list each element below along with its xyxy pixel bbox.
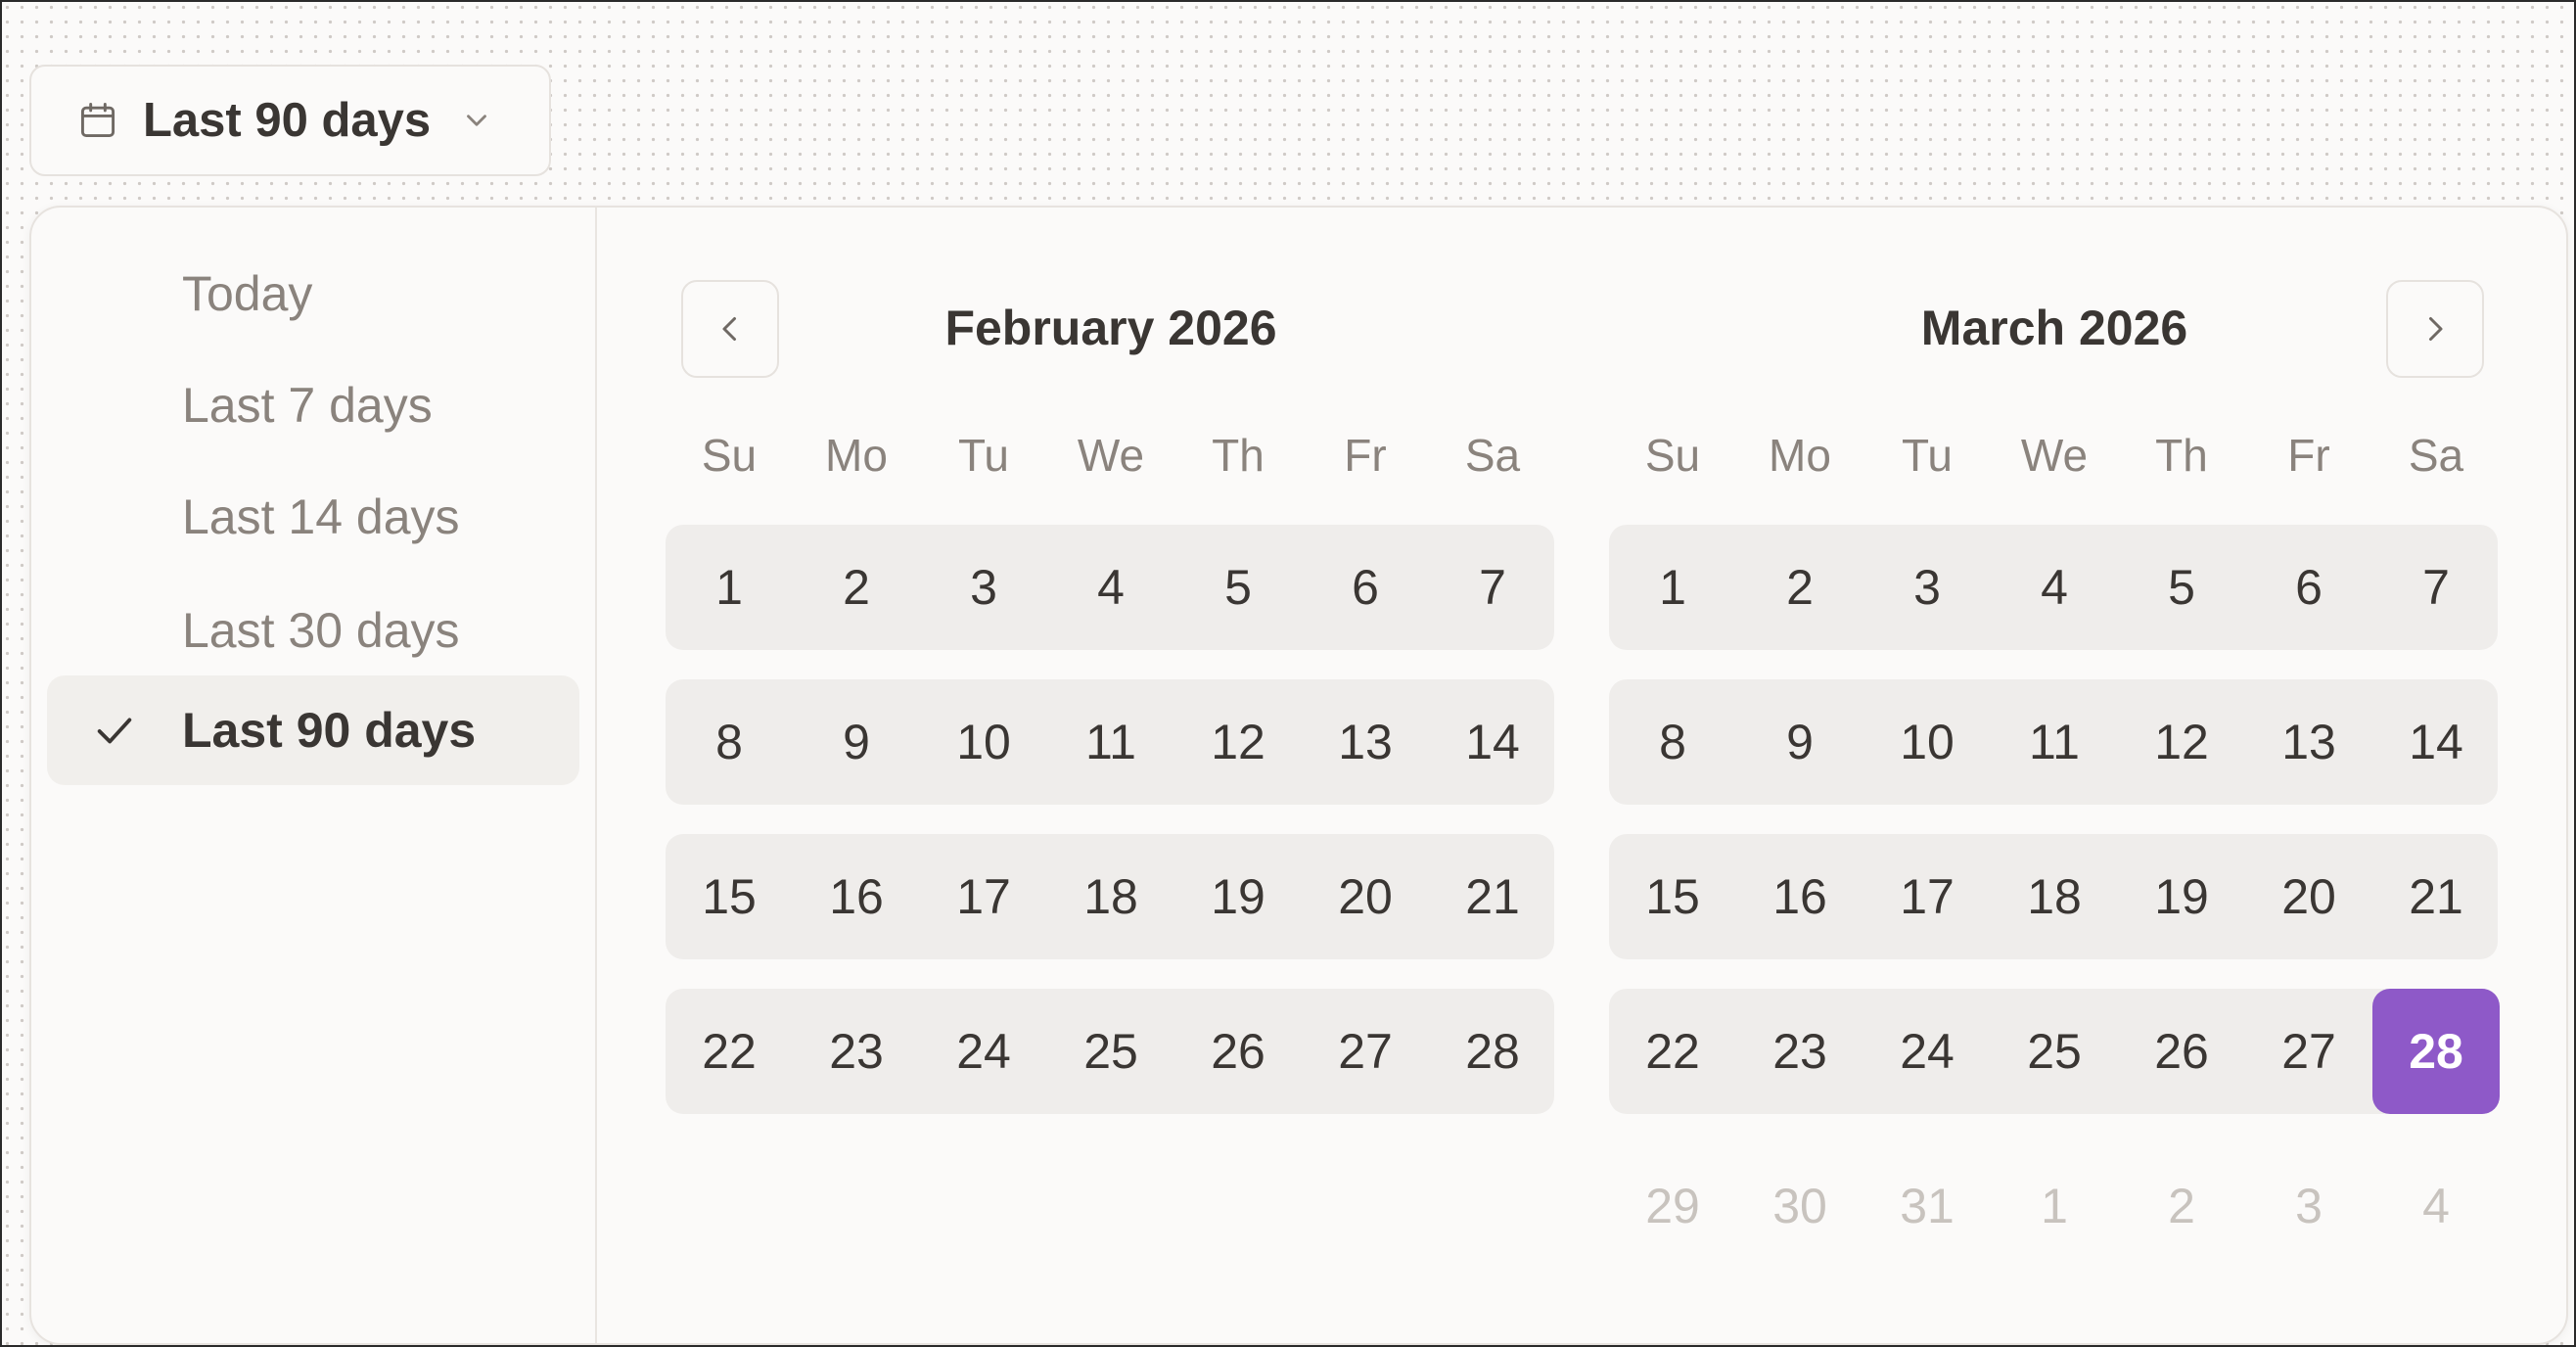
day-cell[interactable]: 20 — [2245, 834, 2372, 959]
day-cell[interactable]: 1 — [1609, 525, 1736, 650]
day-cell[interactable]: 7 — [2372, 525, 2500, 650]
weekday-label: Fr — [1344, 430, 1387, 481]
day-cell[interactable]: 11 — [1047, 679, 1174, 805]
day-cell-outside-month[interactable]: 30 — [1736, 1143, 1863, 1269]
preset-last-14-days[interactable]: Last 14 days — [47, 462, 579, 572]
day-cell[interactable]: 26 — [1174, 989, 1302, 1114]
day-cell[interactable]: 12 — [2118, 679, 2245, 805]
day-cell[interactable]: 4 — [1047, 525, 1174, 650]
day-cell[interactable]: 10 — [1863, 679, 1991, 805]
weekday-label: Su — [1644, 430, 1701, 481]
day-cell[interactable]: 5 — [2118, 525, 2245, 650]
day-cell[interactable]: 13 — [1302, 679, 1429, 805]
day-cell-selected[interactable]: 28 — [2372, 989, 2500, 1114]
day-cell[interactable]: 26 — [2118, 989, 2245, 1114]
preset-today[interactable]: Today — [47, 239, 579, 348]
weekday-label: Mo — [1769, 430, 1831, 481]
weekday-label: Sa — [1464, 430, 1521, 481]
preset-label: Today — [182, 266, 313, 321]
day-cell[interactable]: 12 — [1174, 679, 1302, 805]
day-cell[interactable]: 9 — [1736, 679, 1863, 805]
day-cell[interactable]: 22 — [1609, 989, 1736, 1114]
weekday-label: Tu — [958, 430, 1009, 481]
day-cell[interactable]: 16 — [793, 834, 920, 959]
day-cell[interactable]: 23 — [1736, 989, 1863, 1114]
day-cell[interactable]: 17 — [1863, 834, 1991, 959]
day-cell[interactable]: 6 — [2245, 525, 2372, 650]
day-cell[interactable]: 15 — [666, 834, 793, 959]
day-cell-outside-month[interactable]: 31 — [1863, 1143, 1991, 1269]
day-cell[interactable]: 7 — [1429, 525, 1556, 650]
day-cell-outside-month[interactable]: 4 — [2372, 1143, 2500, 1269]
month-title: February 2026 — [944, 301, 1277, 355]
day-cell[interactable]: 21 — [2372, 834, 2500, 959]
preset-list: Today Last 7 days Last 14 days Last 30 d… — [31, 208, 597, 1343]
day-cell[interactable]: 2 — [793, 525, 920, 650]
day-cell[interactable]: 8 — [1609, 679, 1736, 805]
weekday-label: Fr — [2287, 430, 2330, 481]
day-cell[interactable]: 5 — [1174, 525, 1302, 650]
day-cell[interactable]: 10 — [920, 679, 1047, 805]
day-cell[interactable]: 27 — [1302, 989, 1429, 1114]
preset-label: Last 14 days — [182, 489, 460, 544]
weekday-label: Sa — [2408, 430, 2464, 481]
day-cell[interactable]: 23 — [793, 989, 920, 1114]
weekday-label: Mo — [825, 430, 888, 481]
day-cell[interactable]: 24 — [920, 989, 1047, 1114]
day-cell[interactable]: 4 — [1991, 525, 2118, 650]
day-cell[interactable]: 16 — [1736, 834, 1863, 959]
day-cell[interactable]: 18 — [1047, 834, 1174, 959]
chevron-down-icon — [460, 104, 493, 137]
day-cell[interactable]: 25 — [1991, 989, 2118, 1114]
preset-label: Last 30 days — [182, 603, 460, 658]
date-range-popover: Today Last 7 days Last 14 days Last 30 d… — [29, 206, 2568, 1345]
weekday-label: We — [2020, 430, 2089, 481]
day-cell[interactable]: 8 — [666, 679, 793, 805]
day-cell[interactable]: 28 — [1429, 989, 1556, 1114]
day-cell[interactable]: 14 — [2372, 679, 2500, 805]
day-cell[interactable]: 24 — [1863, 989, 1991, 1114]
weekday-label: Tu — [1902, 430, 1953, 481]
day-cell[interactable]: 22 — [666, 989, 793, 1114]
preset-label: Last 7 days — [182, 378, 433, 433]
day-cell[interactable]: 17 — [920, 834, 1047, 959]
day-cell-outside-month[interactable]: 3 — [2245, 1143, 2372, 1269]
weekday-label: We — [1077, 430, 1145, 481]
day-cell[interactable]: 27 — [2245, 989, 2372, 1114]
preset-label: Last 90 days — [182, 703, 477, 758]
day-cell[interactable]: 19 — [2118, 834, 2245, 959]
day-cell[interactable]: 15 — [1609, 834, 1736, 959]
day-cell[interactable]: 19 — [1174, 834, 1302, 959]
day-cell[interactable]: 21 — [1429, 834, 1556, 959]
day-cell[interactable]: 1 — [666, 525, 793, 650]
day-cell[interactable]: 6 — [1302, 525, 1429, 650]
day-cell[interactable]: 25 — [1047, 989, 1174, 1114]
day-cell[interactable]: 3 — [920, 525, 1047, 650]
day-cell-outside-month[interactable]: 2 — [2118, 1143, 2245, 1269]
calendar-icon — [76, 99, 119, 142]
date-range-trigger-label: Last 90 days — [143, 94, 432, 147]
day-cell[interactable]: 2 — [1736, 525, 1863, 650]
weekday-label: Th — [2155, 430, 2208, 481]
check-icon — [92, 708, 137, 753]
preset-last-30-days[interactable]: Last 30 days — [47, 576, 579, 685]
preset-last-7-days[interactable]: Last 7 days — [47, 350, 579, 460]
day-cell[interactable]: 18 — [1991, 834, 2118, 959]
weekday-label: Su — [701, 430, 758, 481]
month-title: March 2026 — [1920, 301, 2188, 355]
day-cell[interactable]: 9 — [793, 679, 920, 805]
day-cell-outside-month[interactable]: 1 — [1991, 1143, 2118, 1269]
day-cell-outside-month[interactable]: 29 — [1609, 1143, 1736, 1269]
day-cell[interactable]: 11 — [1991, 679, 2118, 805]
date-range-trigger-button[interactable]: Last 90 days — [29, 65, 551, 176]
preset-last-90-days[interactable]: Last 90 days — [47, 675, 579, 785]
day-cell[interactable]: 14 — [1429, 679, 1556, 805]
day-cell[interactable]: 20 — [1302, 834, 1429, 959]
day-cell[interactable]: 13 — [2245, 679, 2372, 805]
day-cell[interactable]: 3 — [1863, 525, 1991, 650]
weekday-label: Th — [1212, 430, 1265, 481]
